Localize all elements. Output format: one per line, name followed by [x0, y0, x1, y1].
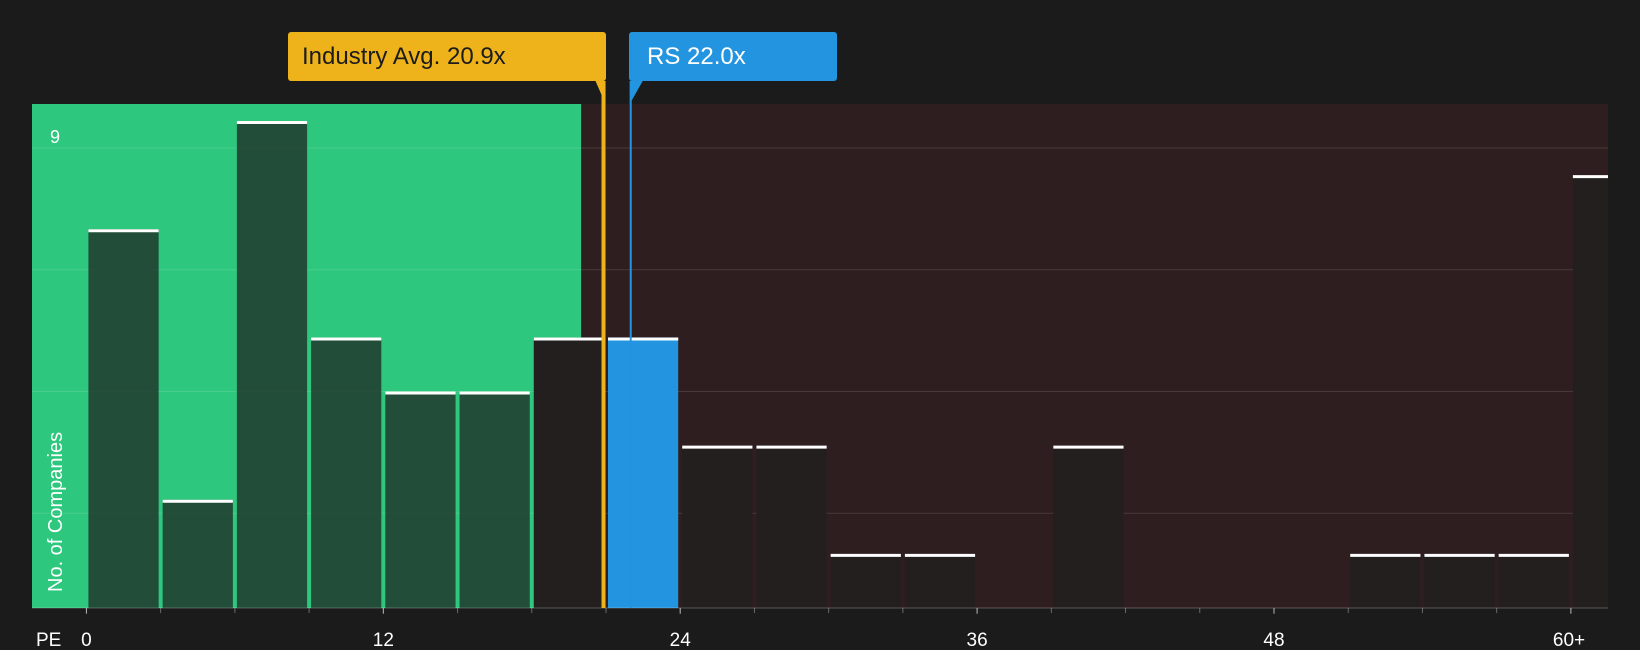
histogram-bar — [1498, 553, 1569, 608]
histogram-bar — [682, 445, 753, 608]
x-tick-label: 48 — [1263, 630, 1284, 650]
histogram-bar — [830, 553, 901, 608]
x-tick-label: 12 — [373, 630, 394, 650]
industry-average-callout: Industry Avg. 20.9x — [288, 32, 606, 81]
pe-distribution-chart: 0 12 24 36 48 60+ PE 9 No. of Companies — [32, 81, 1608, 650]
histogram-bar — [162, 499, 233, 608]
histogram-bar — [385, 391, 456, 608]
histogram-bar — [311, 337, 382, 608]
x-tick-label: 0 — [81, 630, 92, 650]
x-tick-label: 36 — [967, 630, 988, 650]
histogram-bar — [1053, 445, 1124, 608]
x-tick-label: 60+ — [1553, 630, 1585, 650]
histogram-bar — [1350, 553, 1421, 608]
y-axis-label: No. of Companies — [45, 432, 67, 592]
histogram-bar — [607, 337, 679, 608]
company-pe-callout: RS 22.0x — [629, 32, 837, 81]
histogram-bar — [756, 445, 827, 608]
histogram-bar — [533, 337, 604, 608]
histogram-bar — [904, 553, 976, 608]
y-tick-label: 9 — [50, 127, 60, 147]
x-axis-label: PE — [36, 630, 61, 650]
x-tick-label: 24 — [670, 630, 692, 650]
histogram-bar — [459, 391, 530, 608]
histogram-bar — [236, 121, 308, 608]
histogram-bar — [1572, 175, 1608, 608]
histogram-bar — [88, 229, 159, 608]
histogram-bar — [1424, 553, 1495, 608]
